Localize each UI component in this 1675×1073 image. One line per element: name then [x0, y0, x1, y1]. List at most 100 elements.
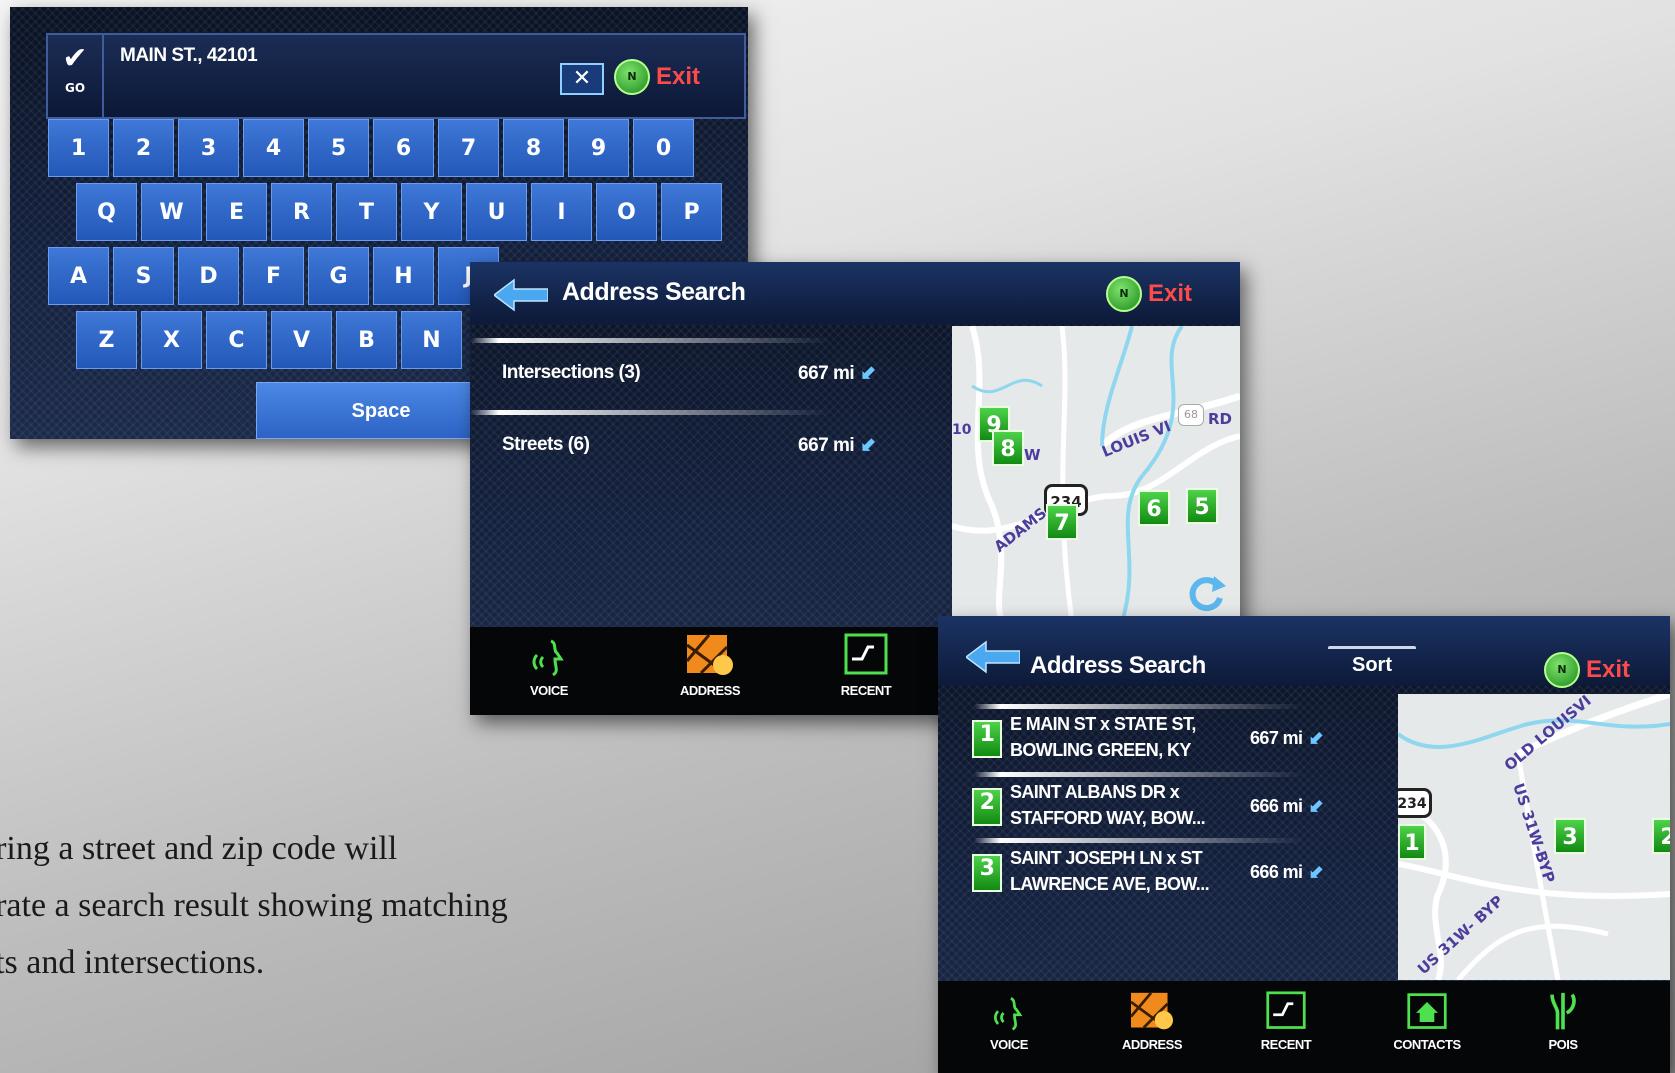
back-arrow-icon[interactable]: [494, 278, 548, 312]
key[interactable]: I: [531, 183, 592, 241]
voice-icon: [994, 997, 1023, 1031]
key[interactable]: Q: [76, 183, 137, 241]
key[interactable]: U: [466, 183, 527, 241]
result-line-2: BOWLING GREEN, KY: [1010, 740, 1191, 760]
recent-icon: [1266, 991, 1306, 1029]
nav-compass-icon: N: [1106, 276, 1142, 312]
map-pin[interactable]: 6: [1138, 490, 1170, 526]
key[interactable]: P: [661, 183, 722, 241]
result-row-1[interactable]: 1 E MAIN ST x STATE ST, BOWLING GREEN, K…: [938, 708, 1358, 774]
map-pin[interactable]: 5: [1186, 488, 1218, 524]
key[interactable]: 9: [568, 119, 629, 177]
voice-icon: [532, 639, 564, 677]
road-label: W: [1024, 446, 1041, 464]
voice-button[interactable]: VOICE: [504, 635, 594, 698]
exit-button[interactable]: N Exit: [614, 59, 700, 95]
key[interactable]: N: [401, 311, 462, 369]
pois-icon: [1550, 992, 1576, 1030]
pois-button[interactable]: POIS: [1518, 991, 1608, 1052]
asdf-key-row: A S D F G H J: [48, 247, 499, 305]
go-button[interactable]: ✔ GO: [48, 35, 104, 117]
key[interactable]: F: [243, 247, 304, 305]
address-entry-bar: ✔ GO MAIN ST., 42101 ✕ N Exit: [46, 33, 746, 119]
close-icon: ✕: [572, 66, 592, 91]
key[interactable]: E: [206, 183, 267, 241]
recent-button[interactable]: RECENT: [816, 633, 916, 698]
map-pin[interactable]: 7: [1046, 504, 1078, 540]
result-line-2: STAFFORD WAY, BOW...: [1010, 808, 1206, 828]
key[interactable]: V: [271, 311, 332, 369]
key[interactable]: D: [178, 247, 239, 305]
back-arrow-icon[interactable]: [966, 640, 1020, 674]
key[interactable]: R: [271, 183, 332, 241]
key[interactable]: A: [48, 247, 109, 305]
result-number-badge: 3: [972, 854, 1002, 892]
contacts-button[interactable]: CONTACTS: [1372, 991, 1482, 1052]
key[interactable]: 1: [48, 119, 109, 177]
checkmark-icon: ✔: [62, 41, 88, 76]
direction-arrow-icon: ⬋: [1308, 728, 1323, 748]
clear-text-button[interactable]: ✕: [560, 63, 604, 95]
key[interactable]: 6: [373, 119, 434, 177]
key[interactable]: 8: [503, 119, 564, 177]
exit-button[interactable]: N Exit: [1106, 276, 1192, 312]
sort-button[interactable]: Sort: [1328, 646, 1416, 681]
voice-button[interactable]: VOICE: [964, 993, 1054, 1052]
key[interactable]: Z: [76, 311, 137, 369]
exit-label: Exit: [656, 63, 701, 90]
map-view[interactable]: OLD LOUISVI US 31W-BYP US 31W- BYP 234 1…: [1398, 694, 1670, 980]
map-view[interactable]: LOUIS VI RD ADAMS S 10 W 234 68 9 8 7 6 …: [952, 326, 1240, 622]
slide-caption: ering a street and zip code will erate a…: [0, 820, 660, 991]
key[interactable]: 7: [438, 119, 499, 177]
key[interactable]: C: [206, 311, 267, 369]
key[interactable]: X: [141, 311, 202, 369]
route-shield: 234: [1398, 788, 1432, 818]
key[interactable]: B: [336, 311, 397, 369]
key[interactable]: G: [308, 247, 369, 305]
key[interactable]: S: [113, 247, 174, 305]
voice-label: VOICE: [990, 1037, 1028, 1052]
key[interactable]: T: [336, 183, 397, 241]
exit-label: Exit: [1586, 656, 1631, 683]
map-pin[interactable]: 3: [1554, 818, 1586, 854]
key[interactable]: H: [373, 247, 434, 305]
map-pin[interactable]: 2: [1652, 818, 1670, 854]
key[interactable]: 3: [178, 119, 239, 177]
exit-button[interactable]: N Exit: [1544, 652, 1630, 688]
page-title: Address Search: [562, 278, 746, 306]
key[interactable]: O: [596, 183, 657, 241]
map-pin[interactable]: 1: [1398, 824, 1426, 860]
qwerty-key-row: Q W E R T Y U I O P: [76, 183, 722, 241]
result-row-2[interactable]: 2 SAINT ALBANS DR x STAFFORD WAY, BOW...…: [938, 776, 1358, 842]
address-entry-field[interactable]: MAIN ST., 42101: [120, 45, 258, 67]
address-button[interactable]: ADDRESS: [660, 633, 760, 698]
map-pin[interactable]: 8: [992, 430, 1024, 466]
address-icon: [1129, 991, 1173, 1030]
contacts-label: CONTACTS: [1393, 1037, 1461, 1052]
result-label: Intersections (3): [502, 362, 641, 383]
key[interactable]: 4: [243, 119, 304, 177]
space-key[interactable]: Space: [256, 382, 506, 439]
key[interactable]: W: [141, 183, 202, 241]
result-row-streets[interactable]: Streets (6) 667 mi ⬋: [470, 416, 890, 474]
recent-button[interactable]: RECENT: [1236, 991, 1336, 1052]
key[interactable]: Y: [401, 183, 462, 241]
key[interactable]: 0: [633, 119, 694, 177]
result-number-badge: 1: [972, 720, 1002, 758]
road-label: RD: [1208, 410, 1233, 428]
result-line-2: LAWRENCE AVE, BOW...: [1010, 874, 1210, 894]
caption-line: ering a street and zip code will: [0, 830, 398, 867]
address-search-screen-results: Address Search Sort N Exit 1 E MAIN ST x…: [938, 616, 1670, 1073]
key[interactable]: 5: [308, 119, 369, 177]
direction-arrow-icon: ⬋: [1308, 796, 1323, 816]
direction-arrow-icon: ⬋: [860, 363, 876, 384]
address-button[interactable]: ADDRESS: [1102, 991, 1202, 1052]
result-row-3[interactable]: 3 SAINT JOSEPH LN x ST LAWRENCE AVE, BOW…: [938, 842, 1358, 908]
exit-label: Exit: [1148, 280, 1193, 307]
header-bar: Address Search Sort N Exit: [938, 616, 1670, 688]
contacts-icon: [1407, 993, 1447, 1029]
key[interactable]: 2: [113, 119, 174, 177]
distance-value: 666 mi: [1250, 862, 1303, 882]
refresh-icon[interactable]: [1184, 572, 1228, 616]
result-row-intersections[interactable]: Intersections (3) 667 mi ⬋: [470, 344, 890, 402]
